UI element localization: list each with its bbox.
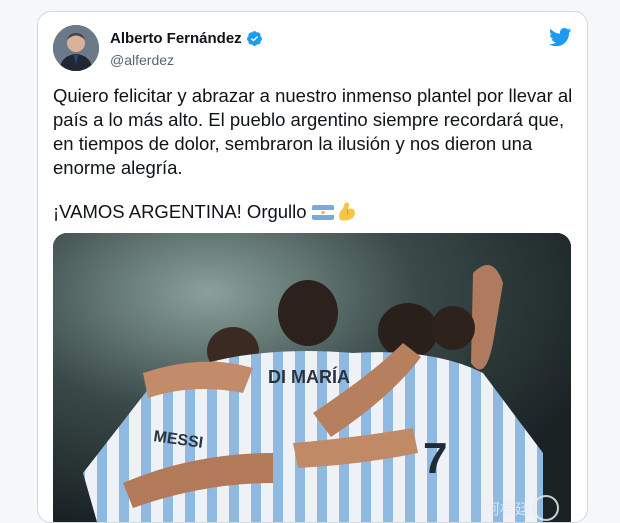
photo-watermark: 阿根廷 [485,495,559,521]
verified-badge-icon [246,31,262,46]
author-name[interactable]: Alberto Fernández [110,30,242,47]
jersey-name-dimaria: DI MARÍA [268,366,350,387]
author-avatar[interactable] [53,25,99,71]
twitter-bird-icon[interactable] [549,28,572,47]
argentina-flag-icon [311,204,334,220]
tweet-photo[interactable]: DI MARÍA MESSI 7 阿根廷 [53,233,571,522]
tweet-card[interactable]: Alberto Fernández @alferdez Quiero felic… [37,11,588,523]
tweet-cheer-line: ¡VAMOS ARGENTINA! Orgullo [53,201,358,223]
cheer-text: ¡VAMOS ARGENTINA! Orgullo [53,201,307,222]
jersey-number: 7 [423,434,447,483]
tweet-text: Quiero felicitar y abrazar a nuestro inm… [53,85,578,178]
flexed-biceps-icon [338,202,355,221]
author-handle[interactable]: @alferdez [110,52,174,68]
